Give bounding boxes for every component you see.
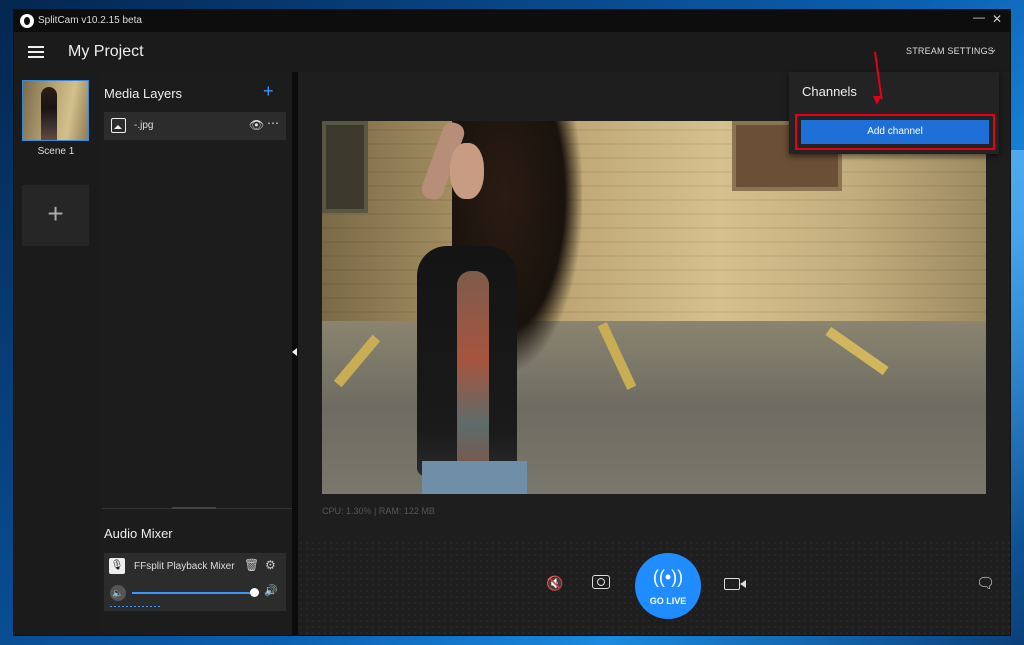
preview-subject-face [450, 143, 484, 199]
performance-stats: CPU: 1.30% | RAM: 122 MB [322, 506, 435, 516]
microphone-icon: 🎙 [109, 558, 125, 574]
preview-subject-shorts [422, 461, 527, 494]
channels-popover: Channels Add channel [789, 72, 999, 154]
project-title: My Project [68, 43, 144, 60]
broadcast-icon: ((•)) [652, 567, 684, 587]
channels-title: Channels [802, 84, 857, 99]
preview-window-left [322, 121, 368, 213]
go-live-label: GO LIVE [649, 596, 687, 606]
image-icon [111, 118, 126, 133]
annotation-arrow-head [873, 96, 881, 105]
video-preview [322, 121, 986, 494]
stream-settings-button[interactable]: STREAM SETTINGS [906, 46, 994, 56]
app-header: My Project STREAM SETTINGS ⌄ [14, 32, 1010, 72]
eye-icon[interactable]: 👁 [249, 118, 264, 132]
chat-icon[interactable]: 🗨 [976, 574, 995, 592]
title-bar: SplitCam v10.2.15 beta — ✕ [14, 10, 1010, 32]
app-title: SplitCam v10.2.15 beta [38, 15, 142, 26]
close-button[interactable]: ✕ [988, 12, 1006, 26]
add-scene-button[interactable]: + [22, 185, 89, 246]
annotation-highlight-box: Add channel [795, 114, 995, 150]
speaker-icon: 🔊 [264, 585, 278, 597]
go-live-button[interactable]: ((•)) GO LIVE [635, 553, 701, 619]
volume-slider-knob[interactable] [250, 588, 259, 597]
microphone-mute-icon[interactable]: 🔇 [546, 575, 563, 592]
media-layers-panel: Media Layers + -.jpg 👁 ⋯ Audio Mixer 🎙 F… [102, 72, 292, 635]
mixer-name: FFsplit Playback Mixer [134, 561, 235, 572]
gear-icon[interactable]: ⚙ [265, 558, 276, 572]
preview-subject-tattooed-arm [457, 271, 489, 491]
scene-thumbnail[interactable] [22, 80, 89, 141]
chevron-down-icon[interactable]: ⌄ [989, 44, 997, 55]
mute-icon[interactable]: 🔈 [110, 585, 126, 601]
scene-label: Scene 1 [37, 146, 75, 157]
scenes-panel: Scene 1 + [14, 72, 102, 635]
splitcam-logo-icon [20, 14, 34, 28]
minimize-button[interactable]: — [970, 10, 988, 24]
collapse-arrow-icon[interactable] [292, 348, 297, 356]
record-video-icon[interactable] [724, 578, 746, 590]
volume-slider[interactable] [132, 592, 254, 594]
layer-item[interactable]: -.jpg 👁 ⋯ [104, 112, 286, 140]
audio-level-meter [110, 606, 160, 607]
layer-name: -.jpg [134, 120, 154, 131]
hamburger-menu-icon[interactable] [28, 46, 44, 58]
add-channel-button[interactable]: Add channel [801, 120, 989, 144]
trash-icon[interactable]: 🗑 [244, 558, 259, 572]
audio-mixer-item: 🎙 FFsplit Playback Mixer 🗑 ⚙ 🔈 🔊 [104, 553, 286, 611]
stage-area: CPU: 1.30% | RAM: 122 MB 🔇 ((•)) GO LIVE… [298, 72, 1010, 635]
more-options-icon[interactable]: ⋯ [267, 116, 280, 130]
add-layer-button[interactable]: + [263, 81, 274, 102]
audio-mixer-title: Audio Mixer [104, 526, 173, 541]
scene-thumbnail-figure [41, 87, 57, 140]
media-layers-title: Media Layers [104, 86, 183, 101]
snapshot-camera-icon[interactable] [592, 575, 610, 589]
resize-handle[interactable] [172, 507, 216, 509]
